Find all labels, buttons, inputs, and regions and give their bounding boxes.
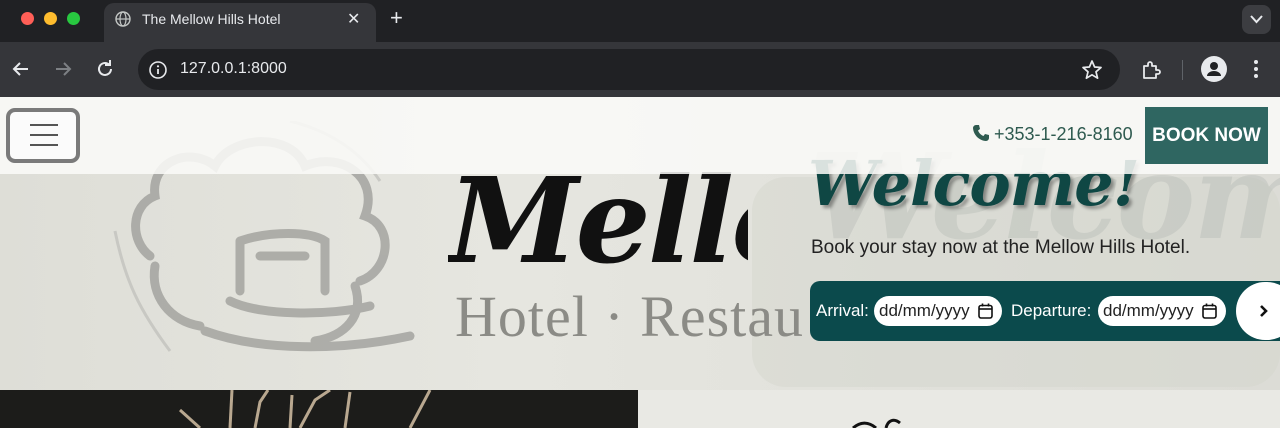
book-now-button[interactable]: BOOK NOW (1145, 107, 1268, 164)
globe-icon (115, 11, 131, 27)
maximize-window-button[interactable] (67, 12, 80, 25)
url-text[interactable]: 127.0.0.1:8000 (180, 60, 287, 78)
forward-arrow-icon[interactable] (52, 58, 74, 80)
reload-icon[interactable] (94, 58, 116, 80)
site-header: +353-1-216-8160 BOOK NOW (0, 97, 1280, 174)
brand-subtitle: Hotel · Restau (455, 284, 805, 349)
welcome-tagline: Book your stay now at the Mellow Hills H… (811, 237, 1191, 258)
close-window-button[interactable] (21, 12, 34, 25)
profile-avatar-icon[interactable] (1201, 56, 1227, 82)
hamburger-line (30, 124, 58, 126)
new-tab-button[interactable]: + (390, 6, 403, 30)
minimize-window-button[interactable] (44, 12, 57, 25)
script-heading-fragment (852, 418, 901, 428)
arrival-date-input[interactable]: dd/mm/yyyy (874, 296, 1002, 326)
tab-title: The Mellow Hills Hotel (142, 11, 281, 27)
bookmark-star-icon[interactable] (1081, 59, 1103, 81)
hamburger-line (30, 144, 58, 146)
calendar-icon[interactable] (978, 303, 993, 319)
arrival-label: Arrival: (816, 301, 869, 320)
browser-toolbar: 127.0.0.1:8000 (0, 42, 1280, 97)
back-arrow-icon[interactable] (10, 58, 32, 80)
web-page: Mellow Hotel · Restau Welcome Hills Welc… (0, 97, 1280, 428)
phone-icon (973, 125, 989, 141)
phone-link[interactable]: +353-1-216-8160 (972, 124, 1133, 145)
departure-date-value: dd/mm/yyyy (1103, 301, 1194, 320)
chevron-right-icon (1260, 305, 1268, 317)
booking-form: Arrival: dd/mm/yyyy Departure: dd/mm/yyy… (810, 281, 1280, 341)
intro-section (638, 390, 1280, 428)
tab-close-icon[interactable]: ✕ (347, 9, 360, 29)
more-options-icon[interactable] (1248, 58, 1264, 80)
departure-label: Departure: (1011, 301, 1092, 320)
departure-date-input[interactable]: dd/mm/yyyy (1098, 296, 1226, 326)
arrival-date-value: dd/mm/yyyy (879, 301, 970, 320)
hamburger-menu-button[interactable] (6, 108, 80, 163)
hamburger-line (30, 134, 58, 136)
browser-tab-bar: The Mellow Hills Hotel ✕ + (0, 0, 1280, 42)
calendar-icon[interactable] (1202, 303, 1217, 319)
address-bar[interactable]: 127.0.0.1:8000 (138, 49, 1120, 90)
tab-search-button[interactable] (1242, 5, 1271, 34)
featured-photo (0, 390, 638, 428)
site-info-icon[interactable] (148, 60, 168, 80)
browser-tab[interactable]: The Mellow Hills Hotel ✕ (104, 3, 376, 42)
phone-number[interactable]: +353-1-216-8160 (994, 124, 1133, 144)
extensions-puzzle-icon[interactable] (1140, 59, 1162, 81)
chevron-down-icon (1250, 15, 1263, 24)
branches-photo (178, 390, 432, 428)
toolbar-divider (1182, 60, 1183, 80)
